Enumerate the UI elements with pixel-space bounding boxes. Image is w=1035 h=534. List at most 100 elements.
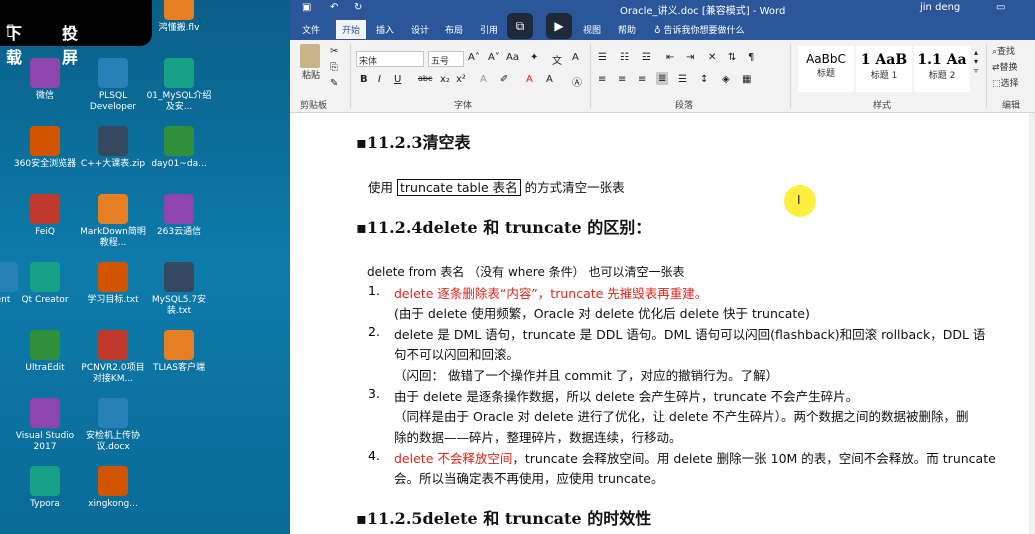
tab-layout[interactable]: 布局 (445, 23, 463, 36)
save-icon[interactable]: ▣ (302, 2, 311, 13)
replace-icon: ⇄ (992, 63, 1000, 73)
desktop-icon[interactable]: UltraEdit (12, 330, 78, 374)
enclose-char-icon[interactable]: Ⓐ (572, 74, 582, 89)
app-icon (30, 398, 60, 428)
user-name[interactable]: jin deng (920, 2, 960, 13)
bullets-icon[interactable]: ☰ (598, 52, 607, 63)
superscript-button[interactable]: x² (456, 74, 466, 85)
cursor-highlight: I (784, 185, 816, 217)
underline-button[interactable]: U (394, 74, 401, 85)
borders-icon[interactable]: ▦ (742, 74, 751, 85)
heading-11-2-5: ▪11.2.5delete 和 truncate 的时效性 (356, 509, 652, 528)
list-item-3: 由于 delete 是逐条操作数据，所以 delete 会产生碎片，trunca… (394, 389, 859, 404)
paste-button[interactable]: 粘贴 (300, 44, 322, 81)
shrink-font-icon[interactable]: A˅ (488, 52, 500, 63)
multilevel-list-icon[interactable]: ☲ (642, 52, 651, 63)
desktop-icon[interactable]: FeiQ (12, 194, 78, 238)
phonetic-icon[interactable]: 文 (552, 52, 562, 67)
desktop-icon[interactable]: Qt Creator (12, 262, 78, 306)
desktop-icon[interactable]: PLSQL Developer (80, 58, 146, 113)
desktop-icon[interactable]: PCNVR2.0项目对接KM... (80, 330, 146, 385)
app-icon (30, 58, 60, 88)
tab-insert[interactable]: 插入 (376, 23, 394, 36)
sort-icon[interactable]: ⇅ (728, 52, 736, 63)
font-color-icon[interactable]: A (526, 74, 533, 85)
record-tool-icon[interactable]: ▶ (546, 13, 572, 39)
desktop-icon[interactable]: 鸿懂搬.flv (146, 0, 212, 34)
show-marks-icon[interactable]: ¶ (748, 52, 754, 63)
highlight-icon[interactable]: ✐ (500, 74, 508, 85)
style-title[interactable]: AaBbC 标题 (798, 46, 854, 92)
restore-icon[interactable]: ▭ (996, 2, 1005, 13)
editing-group-label: 编辑 (1002, 101, 1021, 111)
desktop-icon-label: Qt Creator (21, 295, 69, 305)
tell-me-box[interactable]: ♁ 告诉我你想要做什么 (654, 23, 744, 36)
tab-design[interactable]: 设计 (411, 23, 429, 36)
grow-font-icon[interactable]: A˄ (468, 52, 480, 63)
align-center-icon[interactable]: ≡ (618, 74, 626, 85)
align-left-icon[interactable]: ≡ (598, 74, 606, 85)
subscript-button[interactable]: x₂ (440, 74, 450, 85)
change-case-icon[interactable]: Aa (506, 52, 519, 63)
select-button[interactable]: ⬚选择 (992, 76, 1019, 92)
undo-icon[interactable]: ↶ (330, 2, 338, 13)
styles-group-label: 样式 (873, 101, 892, 111)
desktop-icon-label: PLSQL Developer (89, 91, 137, 112)
tab-references[interactable]: 引用 (480, 23, 498, 36)
justify-icon[interactable]: ≣ (656, 72, 669, 85)
font-name-select[interactable]: 宋体 (356, 51, 424, 67)
desktop-icon[interactable]: 263云通信 (146, 194, 212, 238)
find-button[interactable]: ⌕查找 (992, 44, 1019, 60)
clear-format-icon[interactable]: ✦ (530, 52, 538, 63)
increase-indent-icon[interactable]: ⇥ (686, 52, 694, 63)
desktop-icon[interactable]: Typora (12, 466, 78, 510)
divider (350, 44, 351, 108)
desktop-icon[interactable]: day01~da... (146, 126, 212, 170)
replace-button[interactable]: ⇄替换 (992, 60, 1019, 76)
tab-view[interactable]: 视图 (583, 23, 601, 36)
styles-more-icon[interactable]: ▴ ▾ ▿ (974, 48, 978, 75)
tab-home[interactable]: 开始 (336, 20, 367, 39)
italic-button[interactable]: I (378, 74, 381, 85)
char-border-icon[interactable]: A (572, 52, 579, 63)
ribbon: 粘贴 ✂ ⎘ ✎ 剪贴板 宋体 五号 A˄ A˅ Aa ✦ 文 A B I U … (290, 40, 1035, 113)
style-heading-1[interactable]: 1 AaB 标题 1 (856, 46, 912, 92)
document-page[interactable]: ▪11.2.3清空表 使用 truncate table 表名 的方式清空一张表… (290, 113, 1035, 534)
distributed-icon[interactable]: ☰ (678, 74, 687, 85)
format-painter-icon[interactable]: ✎ (330, 78, 338, 89)
vertical-scrollbar[interactable] (1029, 113, 1035, 534)
cut-icon[interactable]: ✂ (330, 46, 338, 57)
desktop-icon-label: UltraEdit (25, 363, 65, 373)
desktop-icon[interactable]: MySQL5.7安装.txt (146, 262, 212, 317)
decrease-indent-icon[interactable]: ⇤ (666, 52, 674, 63)
text-effects-icon[interactable]: A (480, 74, 487, 85)
desktop-icon-label: PCNVR2.0项目对接KM... (81, 363, 145, 384)
redo-icon[interactable]: ↻ (354, 2, 362, 13)
desktop-icon[interactable]: 安检机上传协议.docx (80, 398, 146, 453)
desktop-icon-label: day01~da... (151, 159, 207, 169)
style-heading-2[interactable]: 1.1 Aa 标题 2 (914, 46, 970, 92)
strikethrough-button[interactable]: abc (418, 74, 432, 83)
line-spacing-icon[interactable]: ↕ (700, 74, 708, 85)
shading-para-icon[interactable]: ◈ (722, 74, 730, 85)
desktop-icon[interactable]: TLIAS客户端 (146, 330, 212, 374)
desktop-icon[interactable]: 01_MySQL介绍及安... (146, 58, 212, 113)
desktop-icon[interactable]: 学习目标.txt (80, 262, 146, 306)
desktop-icon[interactable]: xingkong... (80, 466, 146, 510)
desktop-icon[interactable]: C++大课表.zip (80, 126, 146, 170)
screenshot-tool-icon[interactable]: ⧉ (507, 13, 533, 39)
bold-button[interactable]: B (360, 74, 368, 85)
tab-help[interactable]: 帮助 (618, 23, 636, 36)
numbering-icon[interactable]: ☷ (620, 52, 629, 63)
divider (986, 44, 987, 108)
app-icon (30, 126, 60, 156)
shading-icon[interactable]: A (546, 74, 553, 85)
chinese-layout-icon[interactable]: ✕ (708, 52, 716, 63)
desktop-icon[interactable]: Visual Studio 2017 (12, 398, 78, 453)
align-right-icon[interactable]: ≡ (638, 74, 646, 85)
font-size-select[interactable]: 五号 (428, 51, 464, 67)
desktop-icon[interactable]: 360安全浏览器 (12, 126, 78, 170)
tab-file[interactable]: 文件 (302, 23, 320, 36)
desktop-icon[interactable]: MarkDown简明教程... (80, 194, 146, 249)
copy-icon[interactable]: ⎘ (330, 62, 338, 73)
